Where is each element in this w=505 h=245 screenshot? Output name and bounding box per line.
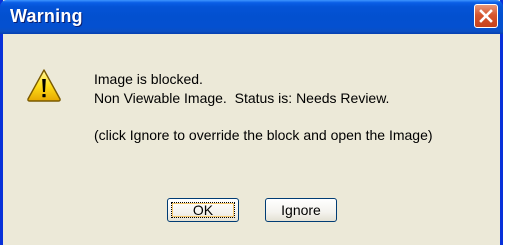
message-line-3: (click Ignore to override the block and … xyxy=(94,127,433,143)
close-button[interactable] xyxy=(474,4,498,28)
ignore-button-label: Ignore xyxy=(281,202,321,218)
title-bar[interactable]: Warning xyxy=(0,0,503,34)
message-line-1: Image is blocked. xyxy=(94,71,203,87)
window-title: Warning xyxy=(10,6,83,26)
ignore-button[interactable]: Ignore xyxy=(265,198,337,222)
message-line-2: Non Viewable Image. Status is: Needs Rev… xyxy=(94,90,390,106)
warning-dialog: Warning Image is blocked. Non Viewable I… xyxy=(0,0,503,245)
warning-icon xyxy=(27,69,61,102)
ok-button-label: OK xyxy=(192,202,214,218)
ok-button[interactable]: OK xyxy=(167,198,239,222)
close-icon xyxy=(479,9,493,23)
